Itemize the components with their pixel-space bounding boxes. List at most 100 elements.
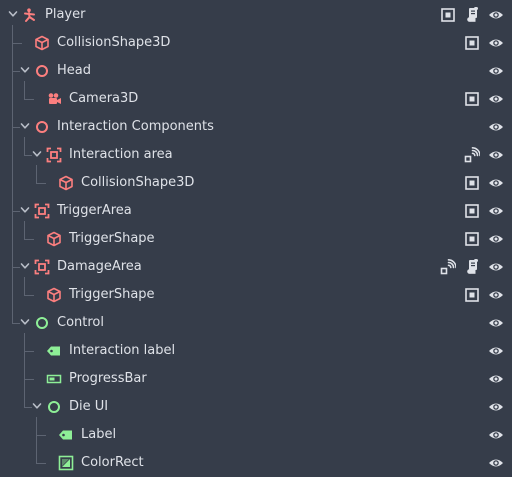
node-label[interactable]: Head	[57, 57, 91, 85]
visibility-icon[interactable]	[487, 62, 505, 80]
tree-guide-line	[12, 25, 13, 323]
control-icon	[46, 399, 62, 415]
area-icon	[34, 203, 50, 219]
tree-guide-line	[24, 351, 34, 352]
script-icon[interactable]	[463, 258, 481, 276]
visibility-icon[interactable]	[487, 174, 505, 192]
tree-guide-line	[24, 407, 32, 408]
group-icon[interactable]	[463, 286, 481, 304]
tree-row-collisionshape3d[interactable]: CollisionShape3D	[0, 169, 512, 197]
node-label[interactable]: TriggerArea	[57, 197, 132, 225]
visibility-icon[interactable]	[487, 286, 505, 304]
node3d-icon	[34, 119, 50, 135]
group-icon[interactable]	[463, 90, 481, 108]
node-label[interactable]: Interaction Components	[57, 113, 214, 141]
node-label[interactable]: Interaction label	[69, 337, 175, 365]
visibility-icon[interactable]	[487, 90, 505, 108]
tree-guide-line	[12, 211, 20, 212]
signal-icon[interactable]	[439, 258, 457, 276]
node-label[interactable]: Die UI	[69, 393, 108, 421]
label-icon	[58, 427, 74, 443]
group-icon[interactable]	[463, 34, 481, 52]
tree-row-control[interactable]: Control	[0, 309, 512, 337]
node-label[interactable]: Control	[57, 309, 104, 337]
group-icon[interactable]	[463, 202, 481, 220]
visibility-icon[interactable]	[487, 314, 505, 332]
tree-guide-line	[12, 323, 20, 324]
node-label[interactable]: TriggerShape	[69, 225, 155, 253]
node-label[interactable]: Interaction area	[69, 141, 173, 169]
tree-guide-line	[24, 81, 25, 99]
tree-guide-line	[24, 99, 34, 100]
tree-guide-line	[24, 239, 34, 240]
group-icon[interactable]	[439, 6, 457, 24]
expand-arrow-icon[interactable]	[31, 148, 43, 160]
node-label[interactable]: Player	[45, 1, 85, 29]
expand-arrow-icon[interactable]	[19, 64, 31, 76]
visibility-icon[interactable]	[487, 454, 505, 472]
node-label[interactable]: ColorRect	[81, 449, 144, 477]
expand-arrow-icon[interactable]	[19, 120, 31, 132]
visibility-icon[interactable]	[487, 6, 505, 24]
tree-row-die-ui[interactable]: Die UI	[0, 393, 512, 421]
label-icon	[46, 343, 62, 359]
tree-row-player[interactable]: Player	[0, 1, 512, 29]
group-icon[interactable]	[463, 174, 481, 192]
visibility-icon[interactable]	[487, 426, 505, 444]
tree-row-label[interactable]: Label	[0, 421, 512, 449]
expand-arrow-icon[interactable]	[7, 8, 19, 20]
tree-guide-line	[12, 267, 20, 268]
visibility-icon[interactable]	[487, 398, 505, 416]
node3d-icon	[34, 63, 50, 79]
tree-row-interaction-area[interactable]: Interaction area	[0, 141, 512, 169]
node-label[interactable]: CollisionShape3D	[57, 29, 170, 57]
node-label[interactable]: Camera3D	[69, 85, 138, 113]
tree-row-interaction-components[interactable]: Interaction Components	[0, 113, 512, 141]
tree-row-triggerarea[interactable]: TriggerArea	[0, 197, 512, 225]
tree-row-interaction-label[interactable]: Interaction label	[0, 337, 512, 365]
tree-guide-line	[36, 165, 37, 183]
node-label[interactable]: ProgressBar	[69, 365, 147, 393]
visibility-icon[interactable]	[487, 34, 505, 52]
tree-guide-line	[36, 463, 46, 464]
collision-shape-icon	[46, 231, 62, 247]
collision-shape-icon	[58, 175, 74, 191]
visibility-icon[interactable]	[487, 342, 505, 360]
script-icon[interactable]	[463, 6, 481, 24]
tree-row-triggershape[interactable]: TriggerShape	[0, 225, 512, 253]
tree-row-progressbar[interactable]: ProgressBar	[0, 365, 512, 393]
camera-icon	[46, 91, 62, 107]
visibility-icon[interactable]	[487, 146, 505, 164]
expand-arrow-icon[interactable]	[31, 400, 43, 412]
tree-row-camera3d[interactable]: Camera3D	[0, 85, 512, 113]
tree-guide-line	[12, 43, 22, 44]
node-label[interactable]: Label	[81, 421, 116, 449]
tree-row-colorrect[interactable]: ColorRect	[0, 449, 512, 477]
area-icon	[34, 259, 50, 275]
tree-row-head[interactable]: Head	[0, 57, 512, 85]
tree-row-damagearea[interactable]: DamageArea	[0, 253, 512, 281]
group-icon[interactable]	[463, 230, 481, 248]
tree-row-collisionshape3d[interactable]: CollisionShape3D	[0, 29, 512, 57]
tree-guide-line	[12, 127, 20, 128]
collision-shape-icon	[34, 35, 50, 51]
tree-row-triggershape[interactable]: TriggerShape	[0, 281, 512, 309]
visibility-icon[interactable]	[487, 258, 505, 276]
signal-icon[interactable]	[463, 146, 481, 164]
tree-guide-line	[24, 277, 25, 295]
visibility-icon[interactable]	[487, 118, 505, 136]
expand-arrow-icon[interactable]	[19, 260, 31, 272]
tree-guide-line	[36, 435, 46, 436]
visibility-icon[interactable]	[487, 202, 505, 220]
expand-arrow-icon[interactable]	[19, 316, 31, 328]
tree-guide-line	[24, 155, 32, 156]
node-label[interactable]: CollisionShape3D	[81, 169, 194, 197]
tree-guide-line	[24, 295, 34, 296]
character-body-icon	[22, 7, 38, 23]
visibility-icon[interactable]	[487, 370, 505, 388]
visibility-icon[interactable]	[487, 230, 505, 248]
node-label[interactable]: TriggerShape	[69, 281, 155, 309]
node-label[interactable]: DamageArea	[57, 253, 142, 281]
expand-arrow-icon[interactable]	[19, 204, 31, 216]
tree-guide-line	[24, 333, 25, 407]
